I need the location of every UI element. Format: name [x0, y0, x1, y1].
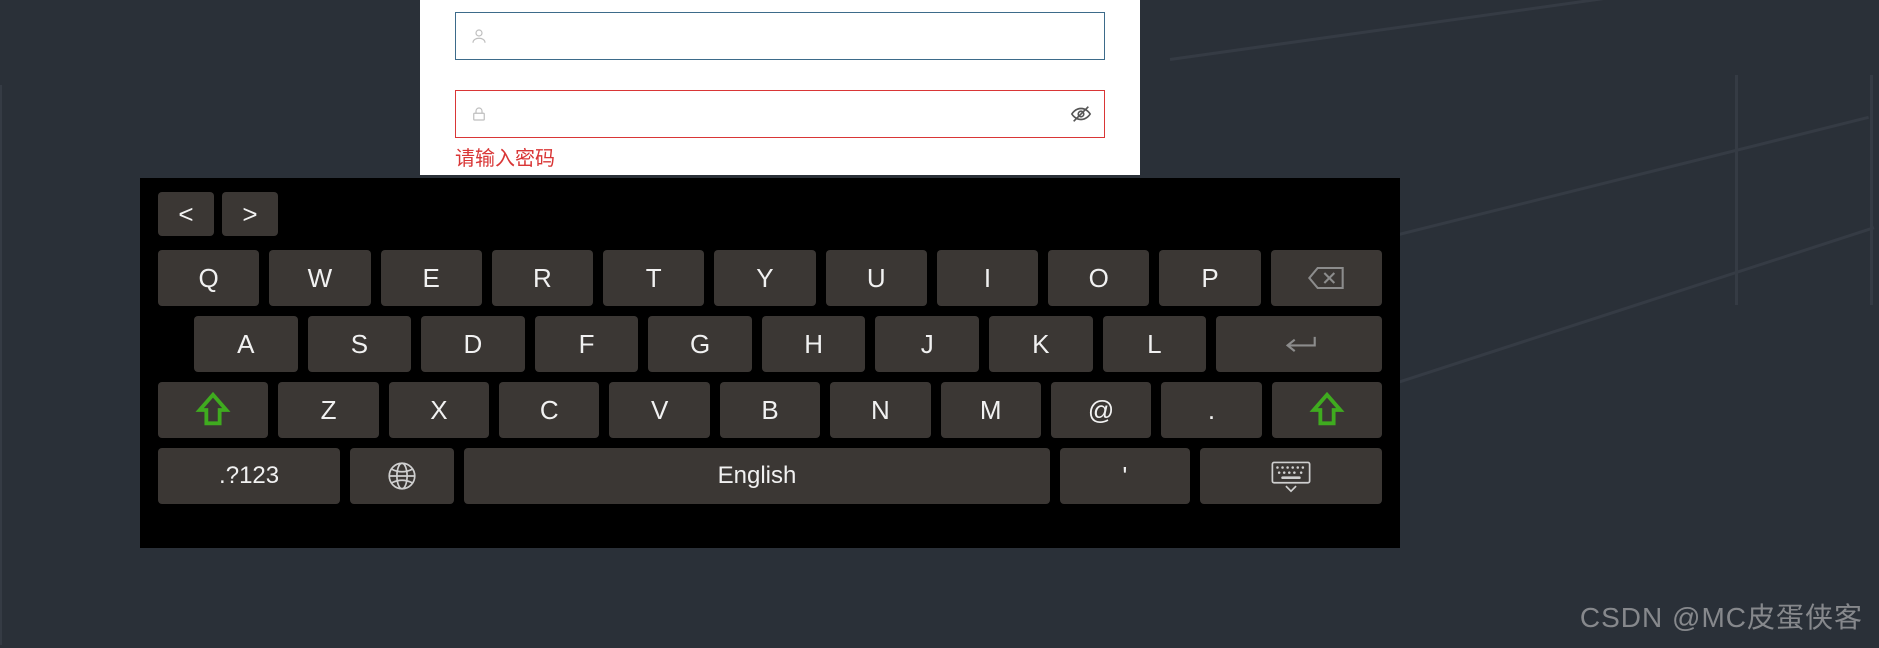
key-g[interactable]: G — [648, 316, 752, 372]
backspace-key[interactable] — [1271, 250, 1382, 306]
shift-key-left[interactable] — [158, 382, 268, 438]
key-h[interactable]: H — [762, 316, 866, 372]
key-n[interactable]: N — [830, 382, 930, 438]
bg-decoration — [1735, 75, 1738, 305]
key-p[interactable]: P — [1159, 250, 1260, 306]
key-apostrophe[interactable]: ' — [1060, 448, 1190, 504]
bg-decoration — [1870, 75, 1873, 305]
key-f[interactable]: F — [535, 316, 639, 372]
key-t[interactable]: T — [603, 250, 704, 306]
bg-decoration — [1170, 0, 1874, 61]
bg-decoration — [1370, 226, 1875, 393]
key-x[interactable]: X — [389, 382, 489, 438]
key-period[interactable]: . — [1161, 382, 1261, 438]
password-input[interactable] — [502, 91, 1058, 137]
key-c[interactable]: C — [499, 382, 599, 438]
username-field-wrapper — [455, 12, 1105, 60]
username-input[interactable] — [502, 13, 1104, 59]
key-j[interactable]: J — [875, 316, 979, 372]
key-y[interactable]: Y — [714, 250, 815, 306]
password-field-wrapper — [455, 90, 1105, 138]
key-v[interactable]: V — [609, 382, 709, 438]
keyboard-row-4: .?123 English ' — [158, 448, 1382, 504]
key-e[interactable]: E — [381, 250, 482, 306]
spacebar-key[interactable]: English — [464, 448, 1050, 504]
toggle-password-visibility-icon[interactable] — [1058, 103, 1104, 125]
hide-keyboard-key[interactable] — [1200, 448, 1382, 504]
key-k[interactable]: K — [989, 316, 1093, 372]
key-l[interactable]: L — [1103, 316, 1207, 372]
key-r[interactable]: R — [492, 250, 593, 306]
key-z[interactable]: Z — [278, 382, 378, 438]
key-o[interactable]: O — [1048, 250, 1149, 306]
keyboard-nav-row: < > — [158, 192, 1382, 236]
virtual-keyboard: < > Q W E R T Y U I O P A S D F G H J K … — [140, 178, 1400, 548]
watermark-text: CSDN @MC皮蛋侠客 — [1580, 596, 1863, 636]
key-i[interactable]: I — [937, 250, 1038, 306]
login-form: 请输入密码 — [420, 0, 1140, 175]
keyboard-row-2: A S D F G H J K L — [158, 316, 1382, 372]
key-b[interactable]: B — [720, 382, 820, 438]
lock-icon — [456, 105, 502, 123]
symbols-mode-key[interactable]: .?123 — [158, 448, 340, 504]
user-icon — [456, 27, 502, 45]
key-s[interactable]: S — [308, 316, 412, 372]
key-at[interactable]: @ — [1051, 382, 1151, 438]
language-switch-key[interactable] — [350, 448, 454, 504]
shift-key-right[interactable] — [1272, 382, 1382, 438]
enter-key[interactable] — [1216, 316, 1382, 372]
key-m[interactable]: M — [941, 382, 1041, 438]
password-error-text: 请输入密码 — [455, 142, 1105, 171]
key-q[interactable]: Q — [158, 250, 259, 306]
prev-field-key[interactable]: < — [158, 192, 214, 236]
next-field-key[interactable]: > — [222, 192, 278, 236]
bg-decoration — [0, 85, 2, 645]
key-w[interactable]: W — [269, 250, 370, 306]
key-u[interactable]: U — [826, 250, 927, 306]
key-d[interactable]: D — [421, 316, 525, 372]
keyboard-row-3: Z X C V B N M @ . — [158, 382, 1382, 438]
key-a[interactable]: A — [194, 316, 298, 372]
keyboard-row-1: Q W E R T Y U I O P — [158, 250, 1382, 306]
